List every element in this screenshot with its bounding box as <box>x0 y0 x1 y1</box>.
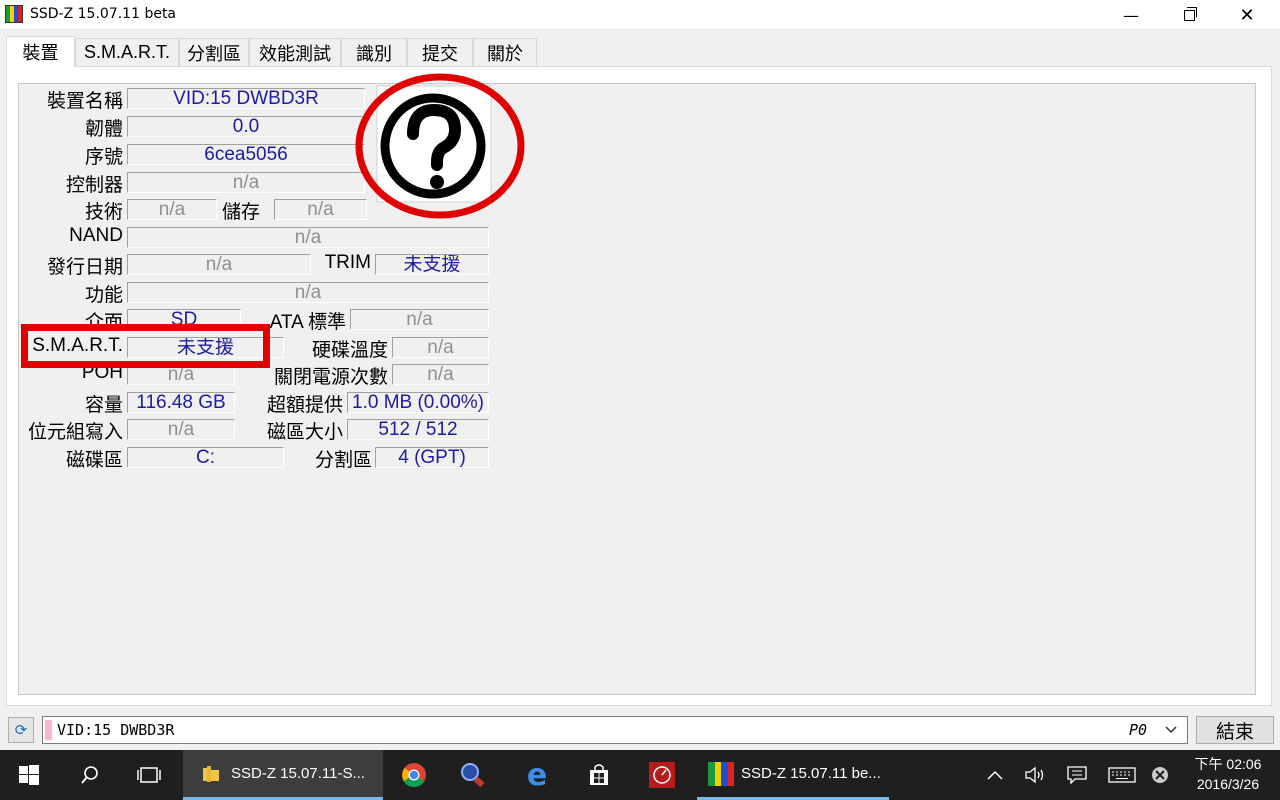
network-disconnected-icon <box>1152 767 1168 783</box>
overprovision-field: 1.0 MB (0.00%) <box>347 392 489 413</box>
release-date-field: n/a <box>127 254 311 275</box>
label-partitions: 分割區 <box>314 450 372 471</box>
search-button[interactable] <box>62 750 118 800</box>
trim-field: 未支援 <box>375 254 489 275</box>
task-view-icon <box>137 767 161 783</box>
unknown-device-icon <box>355 73 525 219</box>
technology-field: n/a <box>127 199 217 220</box>
label-technology: 技術 <box>84 202 123 223</box>
magnifier-tool-icon <box>461 763 485 788</box>
drive-color-indicator <box>45 720 52 740</box>
label-controller: 控制器 <box>65 175 123 196</box>
exit-button[interactable]: 結束 <box>1196 716 1274 744</box>
clock-date: 2016/3/26 <box>1196 776 1260 792</box>
taskbar-tool-app[interactable] <box>445 750 499 800</box>
window-title: SSD-Z 15.07.11 beta <box>30 6 177 22</box>
label-volumes: 磁碟區 <box>65 450 123 471</box>
features-field: n/a <box>127 282 489 303</box>
taskbar-store[interactable] <box>572 750 626 800</box>
taskbar-edge[interactable]: e <box>510 750 564 800</box>
status-bar: ⟳ VID:15 DWBD3R P0 結束 <box>0 712 1280 748</box>
label-nand: NAND <box>69 225 123 246</box>
taskbar-ssdz-label: SSD-Z 15.07.11 be... <box>741 765 881 782</box>
network-status-button[interactable] <box>1146 750 1174 800</box>
label-device-name: 裝置名稱 <box>46 91 123 112</box>
windows-taskbar: SSD-Z 15.07.11-S... e SSD-Z 15.07.11 be.… <box>0 750 1280 800</box>
volume-icon <box>1025 766 1044 784</box>
power-cycles-field: n/a <box>392 364 489 385</box>
taskbar-ssdz-item[interactable]: SSD-Z 15.07.11 be... <box>697 750 889 800</box>
restore-icon <box>1183 6 1197 21</box>
nand-field: n/a <box>127 227 489 248</box>
drive-port-label: P0 <box>1128 721 1147 739</box>
capacity-field: 116.48 GB <box>127 392 235 413</box>
tab-device[interactable]: 裝置 <box>6 36 75 67</box>
taskbar-red-app[interactable] <box>635 750 689 800</box>
ssdz-taskbar-icon <box>707 760 735 787</box>
temperature-field: n/a <box>392 337 489 358</box>
maximize-button[interactable] <box>1160 0 1218 30</box>
folder-icon <box>203 765 219 782</box>
tab-benchmark[interactable]: 效能測試 <box>249 38 341 66</box>
label-storage: 儲存 <box>221 202 260 223</box>
bytes-written-field: n/a <box>127 419 235 440</box>
clock-time: 下午 02:06 <box>1194 756 1262 772</box>
refresh-button[interactable]: ⟳ <box>8 717 34 743</box>
volume-button[interactable] <box>1020 750 1050 800</box>
speedometer-app-icon <box>649 762 675 788</box>
taskbar-explorer-label: SSD-Z 15.07.11-S... <box>231 765 365 782</box>
volumes-field: C: <box>127 447 284 468</box>
partitions-field: 4 (GPT) <box>375 447 489 468</box>
store-icon <box>590 764 608 785</box>
chrome-icon <box>402 763 426 788</box>
controller-field: n/a <box>127 172 365 193</box>
smart-highlight-box <box>21 324 270 368</box>
label-firmware: 韌體 <box>84 119 123 140</box>
taskbar-chrome[interactable] <box>387 750 441 800</box>
ssdz-app-icon <box>5 5 23 23</box>
label-serial: 序號 <box>84 147 123 168</box>
minimize-button[interactable]: — <box>1102 0 1160 30</box>
start-button[interactable] <box>0 750 58 800</box>
action-center-button[interactable] <box>1062 750 1092 800</box>
tab-smart[interactable]: S.M.A.R.T. <box>75 38 179 66</box>
label-temperature: 硬碟溫度 <box>311 340 388 361</box>
tab-identify[interactable]: 識別 <box>341 38 407 66</box>
device-name-field: VID:15 DWBD3R <box>127 88 365 109</box>
notification-icon <box>1067 766 1087 784</box>
chevron-up-icon <box>987 770 1003 780</box>
label-features: 功能 <box>84 285 123 306</box>
label-sector-size: 磁區大小 <box>266 422 343 443</box>
refresh-icon: ⟳ <box>14 721 28 739</box>
windows-logo-icon <box>19 765 39 785</box>
touch-keyboard-button[interactable] <box>1104 750 1140 800</box>
storage-field: n/a <box>274 199 367 220</box>
taskbar-clock[interactable]: 下午 02:06 2016/3/26 <box>1180 754 1276 794</box>
chevron-down-icon[interactable] <box>1159 719 1183 741</box>
label-capacity: 容量 <box>84 395 123 416</box>
search-icon <box>81 766 98 784</box>
sector-size-field: 512 / 512 <box>347 419 489 440</box>
serial-field: 6cea5056 <box>127 144 365 165</box>
ata-standard-field: n/a <box>350 309 489 330</box>
drive-selector[interactable]: VID:15 DWBD3R P0 <box>42 716 1188 744</box>
label-bytes-written: 位元組寫入 <box>27 422 123 443</box>
close-button[interactable]: ✕ <box>1218 0 1276 30</box>
firmware-field: 0.0 <box>127 116 365 137</box>
label-overprovision: 超額提供 <box>266 395 343 416</box>
taskbar-explorer-item[interactable]: SSD-Z 15.07.11-S... <box>183 750 383 800</box>
tab-submit[interactable]: 提交 <box>407 38 473 66</box>
tray-overflow-button[interactable] <box>980 750 1010 800</box>
keyboard-icon <box>1108 767 1136 783</box>
task-view-button[interactable] <box>120 750 178 800</box>
label-release-date: 發行日期 <box>46 257 123 278</box>
drive-selector-label: VID:15 DWBD3R <box>57 721 175 739</box>
tab-partitions[interactable]: 分割區 <box>179 38 249 66</box>
label-trim: TRIM <box>324 252 371 273</box>
title-bar: SSD-Z 15.07.11 beta — ✕ <box>0 0 1280 30</box>
tab-about[interactable]: 關於 <box>473 38 537 66</box>
edge-icon: e <box>526 757 548 793</box>
